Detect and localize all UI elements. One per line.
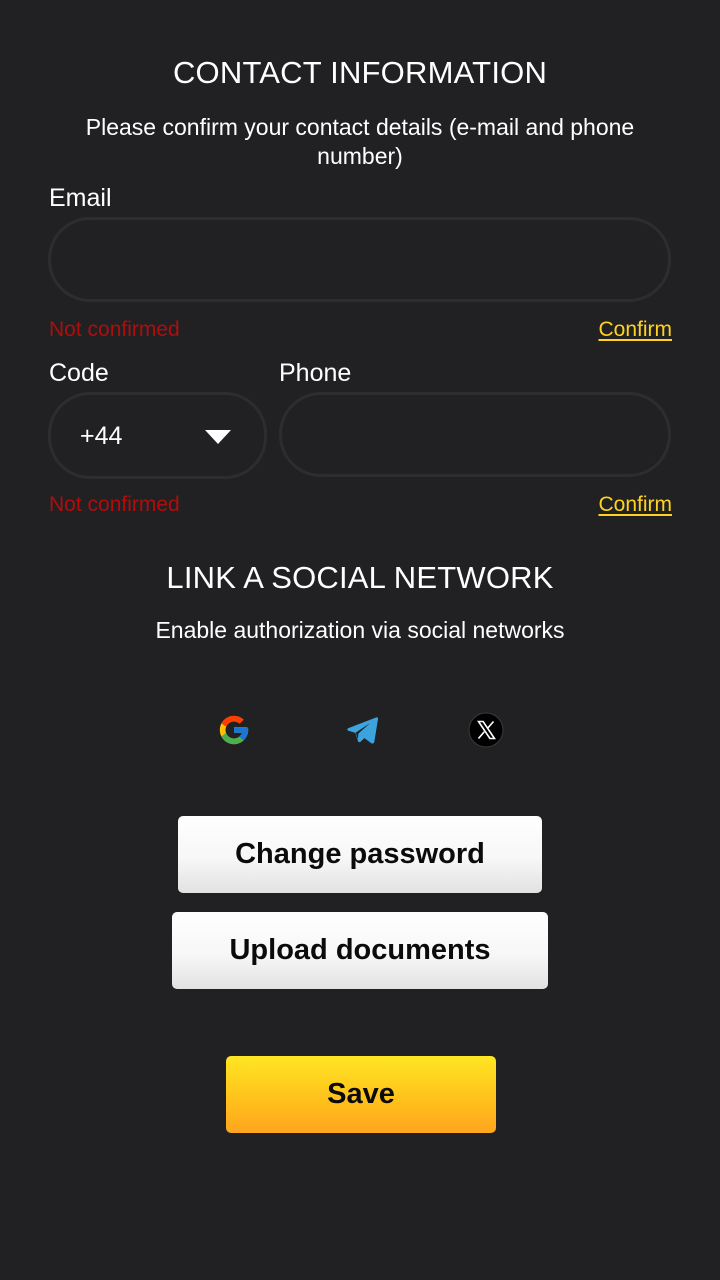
chevron-down-icon [205,430,231,444]
phone-confirm-link[interactable]: Confirm [598,493,672,517]
telegram-icon[interactable] [344,712,380,748]
contact-subtitle-line1: Please confirm your contact details (e-m… [85,114,635,140]
save-button[interactable]: Save [226,1056,496,1133]
upload-documents-button[interactable]: Upload documents [172,912,548,989]
phone-label: Phone [279,359,352,387]
social-title: LINK A SOCIAL NETWORK [166,560,554,595]
contact-subtitle-line2: number) [317,143,403,169]
email-confirm-link[interactable]: Confirm [598,318,672,342]
social-subtitle: Enable authorization via social networks [155,617,565,643]
email-label: Email [49,184,112,212]
country-code-select[interactable]: +44 [48,392,267,479]
google-icon[interactable] [216,712,252,748]
change-password-button[interactable]: Change password [178,816,542,893]
x-icon[interactable] [468,712,504,748]
email-field[interactable] [48,217,671,302]
country-code-value: +44 [80,422,123,450]
contact-title: CONTACT INFORMATION [172,55,548,90]
code-label: Code [49,359,109,387]
contact-subtitle: Please confirm your contact details (e-m… [0,113,720,171]
phone-field[interactable] [279,392,671,477]
email-status: Not confirmed [49,318,180,341]
phone-status: Not confirmed [49,493,180,516]
